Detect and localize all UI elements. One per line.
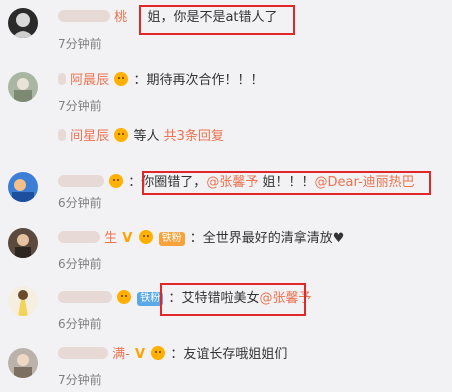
- blurred-username: [58, 129, 66, 141]
- comment-text: 全世界最好的清拿清放♥: [202, 231, 345, 246]
- username[interactable]: 桃: [114, 10, 127, 25]
- username[interactable]: 间星辰: [70, 129, 109, 144]
- avatar[interactable]: [8, 348, 38, 378]
- comment-text: 等人: [133, 129, 160, 144]
- timestamp: 7分钟前: [58, 99, 102, 113]
- blurred-username: [58, 73, 66, 85]
- emoji-icon: [114, 72, 129, 86]
- emoji-icon: [117, 290, 132, 304]
- comment-text: 期待再次合作！！！: [146, 73, 264, 88]
- timestamp: 7分钟前: [58, 373, 102, 387]
- blurred-username: [58, 231, 100, 243]
- timestamp: 6分钟前: [58, 196, 102, 210]
- vip-v-icon: V: [134, 347, 146, 362]
- highlight-box: [142, 171, 431, 195]
- reply-summary: 间星辰 等人 共3条回复: [0, 128, 452, 154]
- avatar[interactable]: [8, 72, 38, 102]
- comment-line: 满- V ：友谊长存哦姐姐们: [58, 346, 287, 364]
- comment-item: 阿晨辰 ：期待再次合作！！！ 7分钟前: [0, 62, 452, 118]
- username[interactable]: 生: [104, 231, 117, 246]
- comment-item: 满- V ：友谊长存哦姐姐们 7分钟前: [0, 340, 452, 392]
- comment-line: 阿晨辰 ：期待再次合作！！！: [58, 72, 263, 90]
- avatar[interactable]: [8, 228, 38, 258]
- avatar[interactable]: [8, 172, 38, 202]
- reply-line: 间星辰 等人 共3条回复: [58, 128, 224, 146]
- emoji-icon: [138, 230, 153, 244]
- blurred-username: [58, 175, 104, 187]
- username[interactable]: 满-: [112, 347, 130, 362]
- comment-feed: 桃 姐，你是不是at错人了 7分钟前 阿晨辰 ：期待再次合作！！！ 7分钟前 间…: [0, 0, 452, 392]
- timestamp: 7分钟前: [58, 37, 102, 51]
- comment-text: 友谊长存哦姐姐们: [183, 347, 288, 362]
- emoji-icon: [151, 346, 166, 360]
- emoji-icon: [114, 128, 129, 142]
- highlight-box: [139, 5, 295, 35]
- blurred-username: [58, 347, 108, 359]
- blurred-username: [58, 10, 110, 22]
- comment-line: 生 V 铁粉 ：全世界最好的清拿清放♥: [58, 230, 344, 248]
- avatar[interactable]: [8, 8, 38, 38]
- comment-item: 生 V 铁粉 ：全世界最好的清拿清放♥ 6分钟前: [0, 226, 452, 276]
- timestamp: 6分钟前: [58, 257, 102, 271]
- fan-badge-icon: 铁粉: [158, 232, 185, 246]
- timestamp: 6分钟前: [58, 317, 102, 331]
- blurred-username: [58, 291, 112, 303]
- more-replies-link[interactable]: 共3条回复: [164, 129, 224, 144]
- avatar[interactable]: [8, 286, 38, 316]
- vip-v-icon: V: [122, 231, 133, 246]
- username[interactable]: 阿晨辰: [70, 73, 109, 88]
- highlight-box: [160, 283, 306, 316]
- emoji-icon: [109, 174, 124, 188]
